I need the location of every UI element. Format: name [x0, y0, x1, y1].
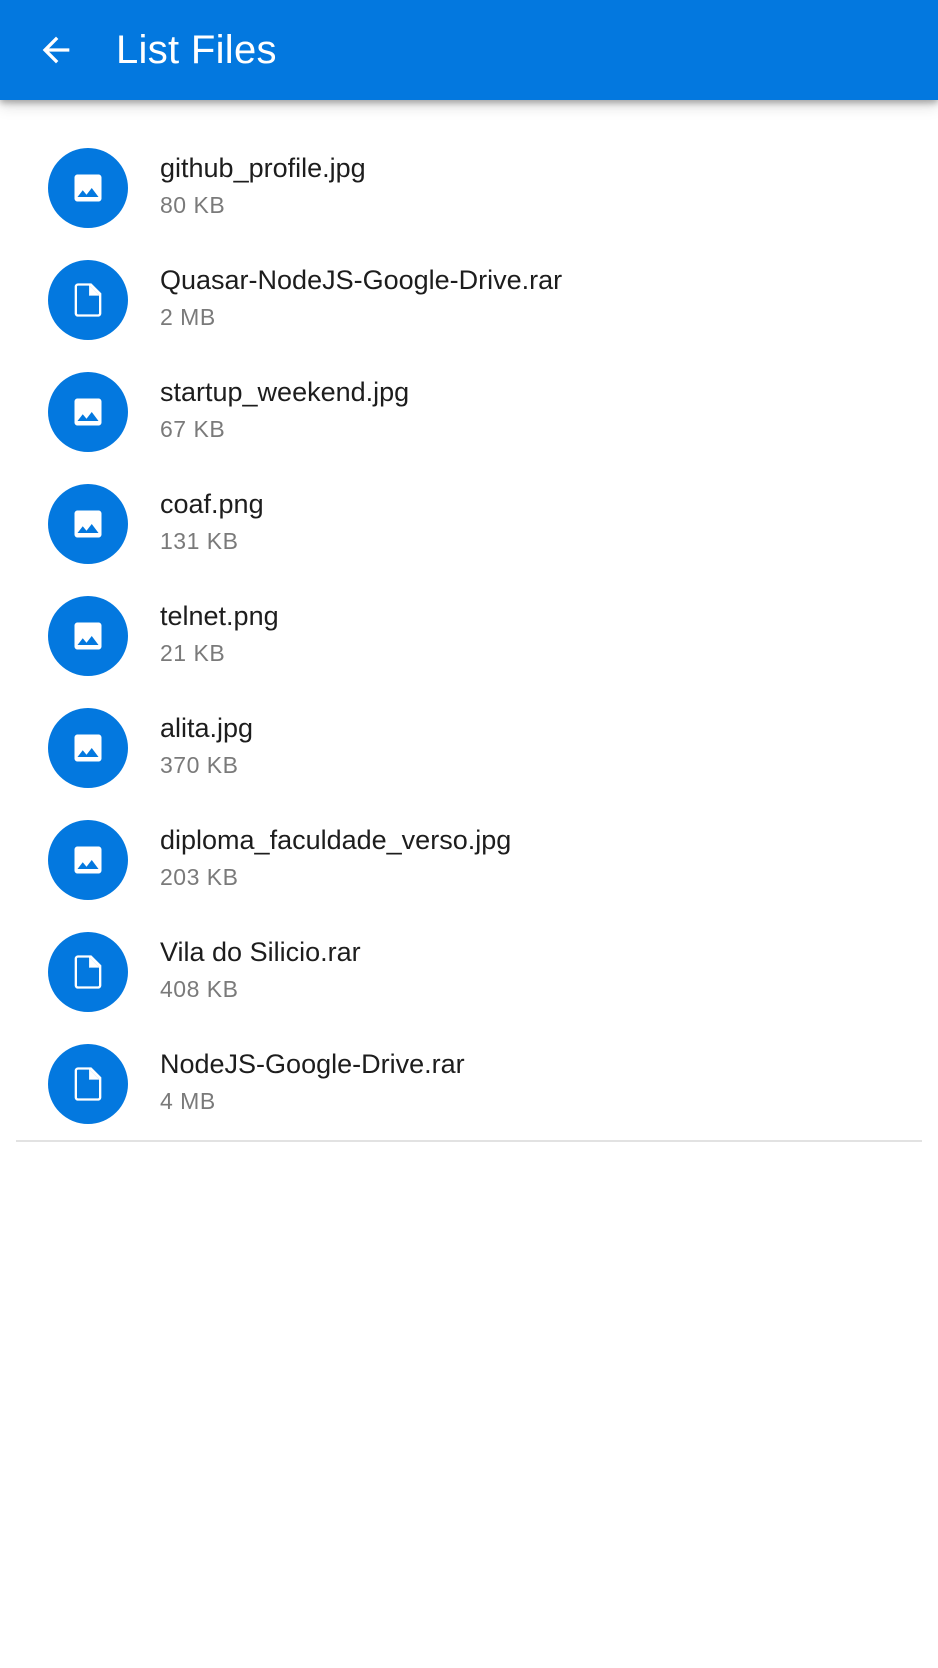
file-list-item[interactable]: github_profile.jpg 80 KB: [16, 132, 922, 244]
image-icon: [70, 394, 106, 430]
image-icon: [70, 842, 106, 878]
file-text: telnet.png 21 KB: [160, 598, 279, 670]
image-icon: [70, 730, 106, 766]
file-size: 67 KB: [160, 416, 226, 442]
app-toolbar: List Files: [0, 0, 938, 100]
file-avatar: [48, 596, 128, 676]
file-list-item[interactable]: coaf.png 131 KB: [16, 468, 922, 580]
file-list-item[interactable]: Vila do Silicio.rar 408 KB: [16, 916, 922, 1028]
file-list-item[interactable]: Quasar-NodeJS-Google-Drive.rar 2 MB: [16, 244, 922, 356]
file-size: 4 MB: [160, 1088, 216, 1114]
image-icon: [70, 170, 106, 206]
file-name: startup_weekend.jpg: [160, 377, 410, 407]
file-size: 370 KB: [160, 752, 239, 778]
file-name: NodeJS-Google-Drive.rar: [160, 1049, 465, 1079]
app-root: List Files github_profile.jpg 80 KB Quas…: [0, 0, 938, 1668]
file-icon: [68, 952, 108, 992]
arrow-left-icon: [42, 36, 70, 64]
file-avatar: [48, 260, 128, 340]
file-name: github_profile.jpg: [160, 153, 366, 183]
list-divider: [16, 1140, 922, 1142]
file-avatar: [48, 484, 128, 564]
file-size: 80 KB: [160, 192, 226, 218]
file-text: github_profile.jpg 80 KB: [160, 150, 366, 222]
file-avatar: [48, 1044, 128, 1124]
file-list-item[interactable]: diploma_faculdade_verso.jpg 203 KB: [16, 804, 922, 916]
file-avatar: [48, 372, 128, 452]
image-icon: [70, 618, 106, 654]
file-avatar: [48, 148, 128, 228]
file-text: Vila do Silicio.rar 408 KB: [160, 934, 361, 1006]
file-size: 131 KB: [160, 528, 239, 554]
file-text: Quasar-NodeJS-Google-Drive.rar 2 MB: [160, 262, 562, 334]
file-text: coaf.png 131 KB: [160, 486, 264, 558]
file-text: diploma_faculdade_verso.jpg 203 KB: [160, 822, 511, 894]
back-button[interactable]: [28, 22, 84, 78]
file-avatar: [48, 932, 128, 1012]
file-list-item[interactable]: startup_weekend.jpg 67 KB: [16, 356, 922, 468]
file-text: alita.jpg 370 KB: [160, 710, 253, 782]
file-icon: [68, 1064, 108, 1104]
page-title: List Files: [116, 28, 277, 72]
file-name: telnet.png: [160, 601, 279, 631]
file-size: 21 KB: [160, 640, 226, 666]
file-list-item[interactable]: NodeJS-Google-Drive.rar 4 MB: [16, 1028, 922, 1140]
file-icon: [68, 280, 108, 320]
file-size: 203 KB: [160, 864, 239, 890]
image-icon: [70, 506, 106, 542]
file-name: coaf.png: [160, 489, 264, 519]
file-list-item[interactable]: alita.jpg 370 KB: [16, 692, 922, 804]
file-name: Vila do Silicio.rar: [160, 937, 361, 967]
file-text: startup_weekend.jpg 67 KB: [160, 374, 409, 446]
file-name: alita.jpg: [160, 713, 254, 743]
file-avatar: [48, 708, 128, 788]
file-text: NodeJS-Google-Drive.rar 4 MB: [160, 1046, 465, 1118]
file-size: 2 MB: [160, 304, 216, 330]
file-list-item[interactable]: telnet.png 21 KB: [16, 580, 922, 692]
file-size: 408 KB: [160, 976, 239, 1002]
file-list: github_profile.jpg 80 KB Quasar-NodeJS-G…: [16, 132, 922, 1140]
file-avatar: [48, 820, 128, 900]
file-name: diploma_faculdade_verso.jpg: [160, 825, 512, 855]
file-name: Quasar-NodeJS-Google-Drive.rar: [160, 265, 563, 295]
